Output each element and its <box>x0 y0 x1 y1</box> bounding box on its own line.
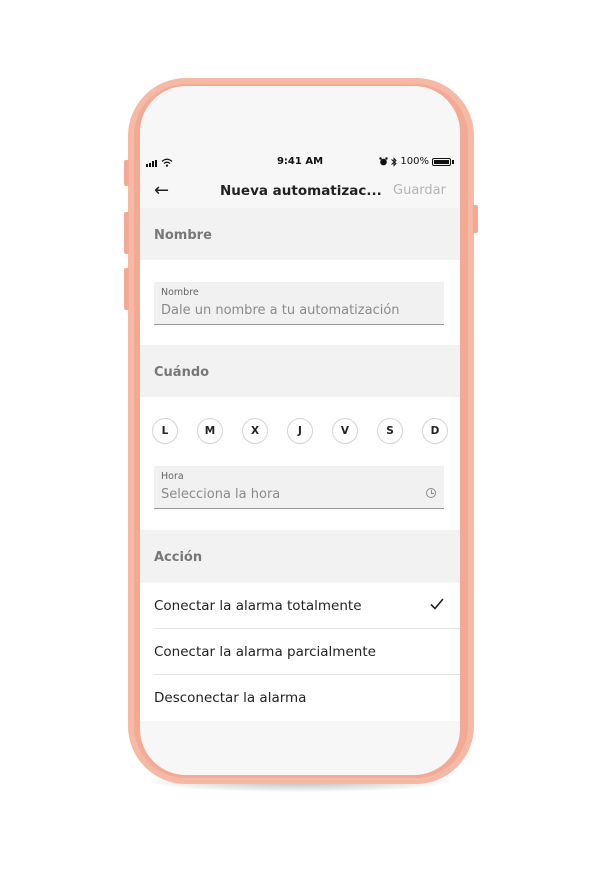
action-label: Desconectar la alarma <box>154 690 307 706</box>
action-disconnect[interactable]: Desconectar la alarma <box>140 675 460 721</box>
volume-up-button <box>124 212 129 254</box>
screen: 9:41 AM 100% ← Nueva automatizac... Guar… <box>140 86 460 775</box>
day-button[interactable]: S <box>377 418 403 444</box>
day-button[interactable]: L <box>152 418 178 444</box>
section-title: Cuándo <box>154 365 210 380</box>
name-field[interactable]: Nombre Dale un nombre a tu automatizació… <box>154 282 444 325</box>
day-button[interactable]: M <box>197 418 223 444</box>
when-block <box>140 397 460 530</box>
power-button <box>473 205 478 233</box>
section-accion: Acción <box>140 530 460 582</box>
status-right: 100% <box>379 156 454 167</box>
day-button[interactable]: J <box>287 418 313 444</box>
mute-switch <box>124 160 129 186</box>
time-field-label: Hora <box>161 471 184 482</box>
name-field-placeholder: Dale un nombre a tu automatización <box>161 303 400 318</box>
day-button[interactable]: V <box>332 418 358 444</box>
section-nombre: Nombre <box>140 208 460 260</box>
page-title: Nueva automatizac... <box>220 183 382 199</box>
nav-header: ← Nueva automatizac... Guardar <box>140 174 460 208</box>
section-cuando: Cuándo <box>140 345 460 397</box>
volume-down-button <box>124 268 129 310</box>
clock-icon[interactable] <box>426 488 436 498</box>
alarm-icon <box>379 157 389 166</box>
battery-cap <box>452 159 454 164</box>
save-button[interactable]: Guardar <box>393 183 446 198</box>
bluetooth-icon <box>391 156 398 167</box>
action-label: Conectar la alarma parcialmente <box>154 644 376 660</box>
arrow-left-icon[interactable]: ← <box>154 180 169 201</box>
name-block: Nombre Dale un nombre a tu automatizació… <box>140 260 460 345</box>
time-field[interactable]: Hora Selecciona la hora <box>154 466 444 509</box>
name-field-label: Nombre <box>161 287 199 298</box>
section-title: Acción <box>154 550 203 565</box>
action-label: Conectar la alarma totalmente <box>154 598 362 614</box>
action-connect-partial[interactable]: Conectar la alarma parcialmente <box>140 629 460 675</box>
day-selector: L M X J V S D <box>152 418 448 444</box>
section-title: Nombre <box>154 228 212 243</box>
time-field-placeholder: Selecciona la hora <box>161 487 281 502</box>
battery-icon <box>432 157 451 166</box>
day-button[interactable]: X <box>242 418 268 444</box>
day-button[interactable]: D <box>422 418 448 444</box>
action-connect-total[interactable]: Conectar la alarma totalmente <box>140 583 460 629</box>
battery-percent: 100% <box>400 156 429 167</box>
status-bar: 9:41 AM 100% <box>140 154 460 172</box>
check-icon <box>430 598 444 610</box>
stage: 9:41 AM 100% ← Nueva automatizac... Guar… <box>0 0 600 869</box>
